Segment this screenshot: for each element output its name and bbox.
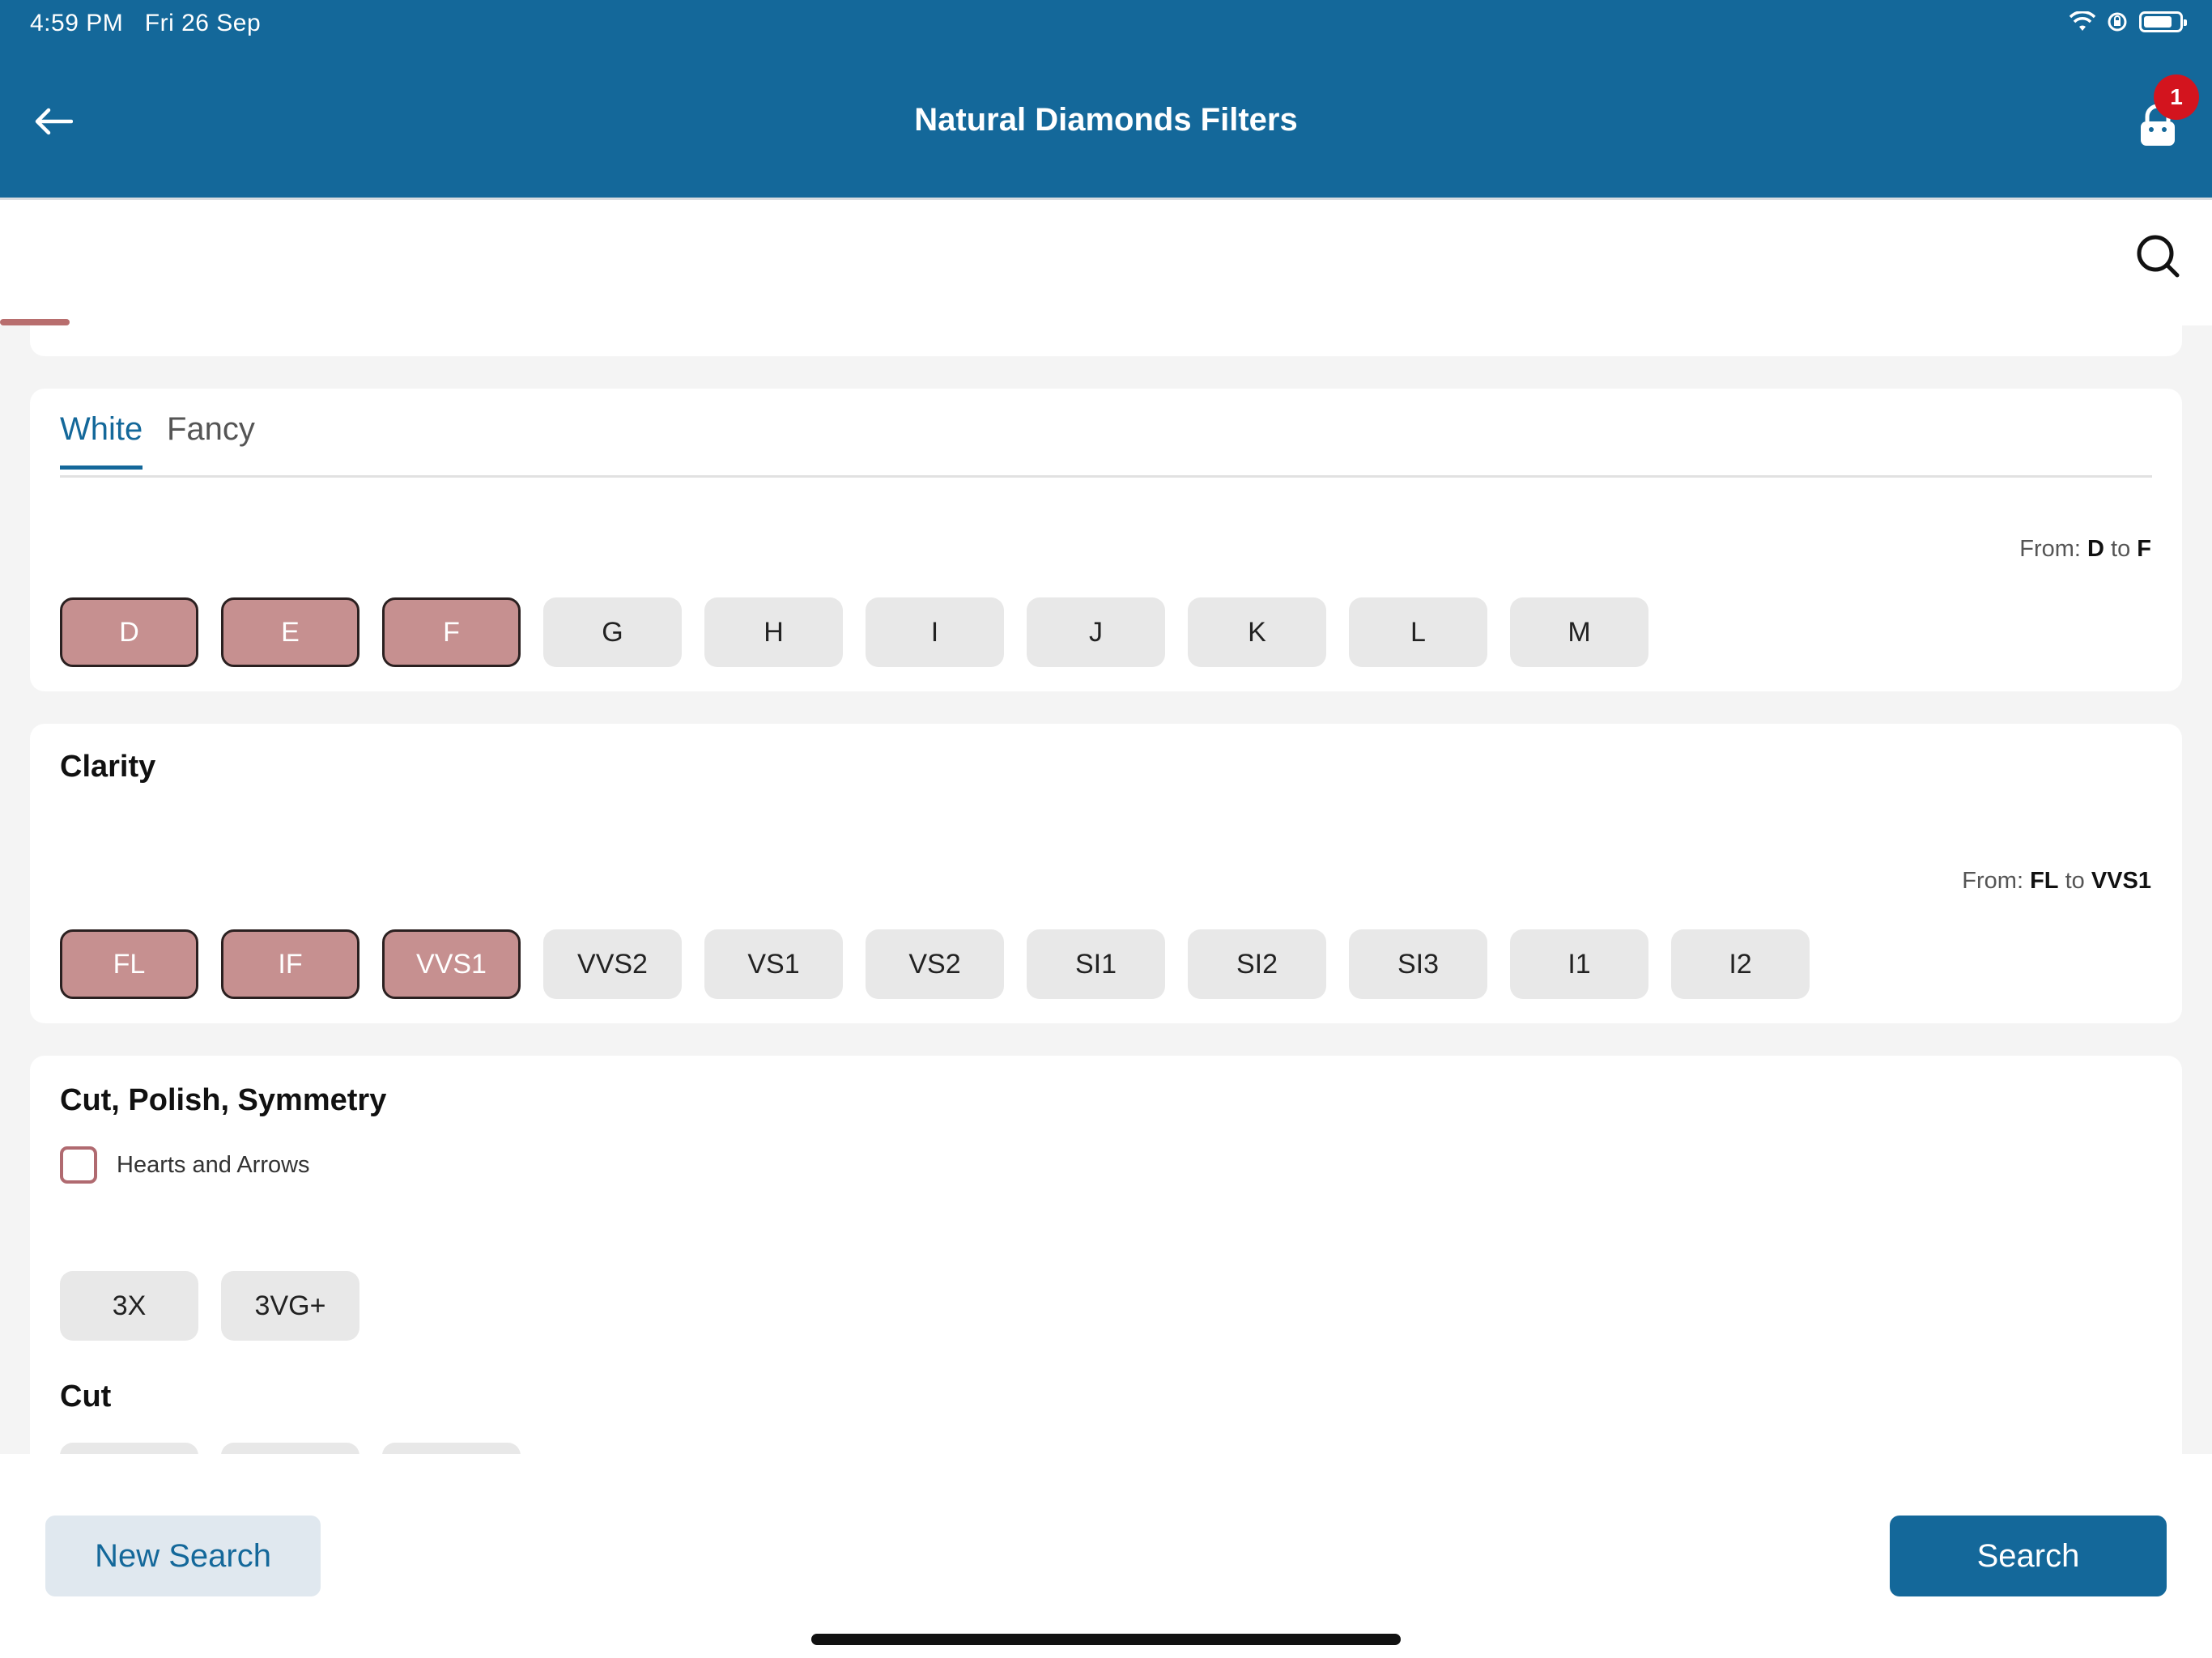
colour-chip-g[interactable]: G bbox=[543, 597, 682, 667]
previous-section-card-edge bbox=[30, 319, 2182, 356]
clarity-chip-si3[interactable]: SI3 bbox=[1349, 929, 1487, 999]
clarity-chip-vvs2[interactable]: VVS2 bbox=[543, 929, 682, 999]
cut-polish-symmetry-title: Cut, Polish, Symmetry bbox=[60, 1083, 387, 1117]
cps-chip-3x[interactable]: 3X bbox=[60, 1271, 198, 1341]
page-title: Natural Diamonds Filters bbox=[914, 102, 1298, 138]
tab-fancy[interactable]: Fancy bbox=[167, 411, 255, 466]
clarity-options: FL IF VVS1 VVS2 VS1 VS2 SI1 SI2 SI3 I1 I2 bbox=[60, 929, 1810, 999]
status-bar-time: 4:59 PM Fri 26 Sep bbox=[30, 10, 261, 37]
status-date-text: Fri 26 Sep bbox=[144, 10, 262, 36]
top-app-bar: 4:59 PM Fri 26 Sep Natural Diamonds Filt… bbox=[0, 0, 2212, 198]
colour-range-text: From: D to F bbox=[2019, 536, 2151, 563]
clarity-chip-if[interactable]: IF bbox=[221, 929, 359, 999]
hearts-and-arrows-checkbox[interactable] bbox=[60, 1146, 97, 1184]
colour-chip-h[interactable]: H bbox=[704, 597, 843, 667]
search-toggle-button[interactable] bbox=[2134, 232, 2183, 281]
clarity-chip-si2[interactable]: SI2 bbox=[1188, 929, 1326, 999]
range-prefix: From: bbox=[1962, 868, 2024, 894]
clarity-title: Clarity bbox=[60, 750, 156, 784]
hearts-and-arrows-label: Hearts and Arrows bbox=[117, 1151, 310, 1178]
range-to: F bbox=[2137, 536, 2151, 562]
colour-chip-j[interactable]: J bbox=[1027, 597, 1165, 667]
cut-polish-symmetry-options: 3X 3VG+ bbox=[60, 1271, 359, 1341]
range-mid: to bbox=[2111, 536, 2131, 562]
cart-count-badge: 1 bbox=[2154, 74, 2199, 120]
range-to: VVS1 bbox=[2091, 868, 2151, 894]
colour-chip-m[interactable]: M bbox=[1510, 597, 1648, 667]
search-icon bbox=[2137, 235, 2180, 278]
clarity-chip-i2[interactable]: I2 bbox=[1671, 929, 1810, 999]
colour-tabs: White Fancy bbox=[60, 389, 2152, 478]
tab-white[interactable]: White bbox=[60, 411, 143, 470]
search-strip bbox=[0, 198, 2212, 325]
status-icons bbox=[2069, 11, 2187, 32]
hearts-and-arrows-row[interactable]: Hearts and Arrows bbox=[60, 1146, 310, 1184]
clarity-chip-fl[interactable]: FL bbox=[60, 929, 198, 999]
search-button[interactable]: Search bbox=[1890, 1516, 2167, 1596]
colour-chip-i[interactable]: I bbox=[866, 597, 1004, 667]
clarity-chip-si1[interactable]: SI1 bbox=[1027, 929, 1165, 999]
range-from: FL bbox=[2030, 868, 2059, 894]
battery-icon bbox=[2139, 11, 2187, 32]
range-prefix: From: bbox=[2019, 536, 2081, 562]
wifi-icon bbox=[2069, 11, 2095, 31]
clarity-chip-vs2[interactable]: VS2 bbox=[866, 929, 1004, 999]
scroll-indicator bbox=[0, 319, 70, 325]
new-search-button[interactable]: New Search bbox=[45, 1516, 321, 1596]
colour-chip-l[interactable]: L bbox=[1349, 597, 1487, 667]
clarity-chip-i1[interactable]: I1 bbox=[1510, 929, 1648, 999]
range-mid: to bbox=[2065, 868, 2085, 894]
cps-chip-3vg-[interactable]: 3VG+ bbox=[221, 1271, 359, 1341]
clarity-range-text: From: FL to VVS1 bbox=[1962, 868, 2151, 895]
bottom-action-bar: New Search Search bbox=[0, 1454, 2212, 1658]
status-time-text: 4:59 PM bbox=[30, 10, 124, 36]
clarity-chip-vvs1[interactable]: VVS1 bbox=[382, 929, 521, 999]
colour-chip-f[interactable]: F bbox=[382, 597, 521, 667]
clarity-chip-vs1[interactable]: VS1 bbox=[704, 929, 843, 999]
orientation-lock-icon bbox=[2108, 12, 2127, 32]
colour-filter-card: White Fancy From: D to F DEFGHIJKLM bbox=[30, 389, 2182, 691]
cut-polish-symmetry-card: Cut, Polish, Symmetry Hearts and Arrows … bbox=[30, 1056, 2182, 1512]
clarity-filter-card: Clarity From: FL to VVS1 FL IF VVS1 VVS2 VS1… bbox=[30, 724, 2182, 1023]
colour-chip-e[interactable]: E bbox=[221, 597, 359, 667]
cut-title: Cut bbox=[60, 1380, 112, 1414]
home-indicator bbox=[811, 1634, 1401, 1645]
colour-options: DEFGHIJKLM bbox=[60, 597, 1648, 667]
colour-chip-k[interactable]: K bbox=[1188, 597, 1326, 667]
range-from: D bbox=[2087, 536, 2104, 562]
colour-chip-d[interactable]: D bbox=[60, 597, 198, 667]
